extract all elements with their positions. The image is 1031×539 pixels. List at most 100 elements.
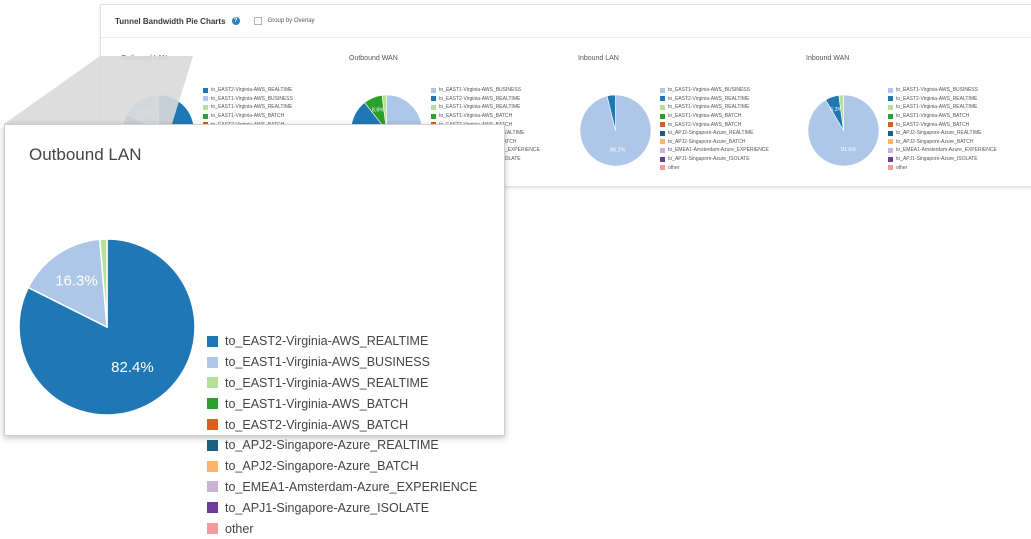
mini-pie-chart: 96.2%	[579, 94, 652, 167]
mini-pie-chart: 91.6%6.3%	[807, 94, 880, 167]
legend-label: to_EAST2-Virginia-AWS_BATCH	[896, 121, 970, 128]
pie-slice-label: 91.6%	[841, 147, 857, 153]
legend-label: to_EAST2-Virginia-AWS_BATCH	[225, 417, 409, 432]
legend-item[interactable]: to_EAST1-Virginia-AWS_BUSINESS	[888, 86, 997, 95]
legend-label: to_APJ2-Singapore-Azure_BATCH	[896, 138, 974, 145]
legend-item[interactable]: to_EMEA1-Amsterdam-Azure_EXPERIENCE	[207, 477, 477, 498]
panel-title: Outbound WAN	[349, 55, 398, 62]
legend-item[interactable]: to_APJ2-Singapore-Azure_BATCH	[660, 138, 769, 147]
legend-item[interactable]: to_EAST1-Virginia-AWS_REALTIME	[207, 373, 477, 394]
legend-swatch	[660, 122, 665, 128]
legend-label: to_APJ2-Singapore-Azure_REALTIME	[225, 438, 439, 453]
legend-item[interactable]: to_EMEA1-Amsterdam-Azure_EXPERIENCE	[888, 146, 997, 155]
legend-swatch	[660, 156, 665, 162]
panel-title: Inbound WAN	[806, 55, 850, 62]
legend-swatch	[888, 87, 893, 93]
legend-swatch	[431, 104, 436, 110]
legend-label: to_APJ2-Singapore-Azure_REALTIME	[896, 130, 982, 137]
legend-swatch	[660, 104, 665, 110]
legend-item[interactable]: to_EAST1-Virginia-AWS_BATCH	[207, 393, 477, 414]
legend-item[interactable]: to_APJ1-Singapore-Azure_ISOLATE	[207, 497, 477, 518]
legend-item[interactable]: to_EAST2-Virginia-AWS_REALTIME	[207, 331, 477, 352]
header-divider	[101, 37, 1031, 38]
legend-item[interactable]: to_EAST1-Virginia-AWS_BATCH	[431, 112, 540, 121]
legend-swatch	[431, 87, 436, 93]
legend-item[interactable]: to_EAST2-Virginia-AWS_REALTIME	[888, 95, 997, 104]
legend-label: other	[225, 521, 254, 536]
legend-swatch	[660, 147, 665, 153]
zoomed-pie-chart: 82.4% 16.3%	[18, 238, 196, 416]
legend-item[interactable]: to_APJ2-Singapore-Azure_REALTIME	[660, 129, 769, 138]
legend-label: to_EAST2-Virginia-AWS_BATCH	[668, 121, 742, 128]
legend-label: to_EAST1-Virginia-AWS_BUSINESS	[439, 87, 521, 94]
legend-swatch	[207, 502, 218, 514]
legend-swatch	[660, 165, 665, 171]
legend-item[interactable]: other	[888, 163, 997, 172]
legend-swatch	[207, 419, 218, 431]
legend-item[interactable]: to_EAST1-Virginia-AWS_BUSINESS	[660, 86, 769, 95]
legend-item[interactable]: to_APJ1-Singapore-Azure_ISOLATE	[660, 155, 769, 164]
legend-swatch	[207, 523, 218, 535]
legend-item[interactable]: to_EAST1-Virginia-AWS_BATCH	[660, 112, 769, 121]
legend-item[interactable]: to_EAST1-Virginia-AWS_BATCH	[888, 112, 997, 121]
legend-label: to_EAST1-Virginia-AWS_BUSINESS	[668, 87, 750, 94]
group-by-overlay-label: Group by Overlay	[267, 18, 315, 24]
zoomed-chart-card: Outbound LAN 82.4% 16.3% to_EAST2-Virgini…	[4, 124, 505, 536]
legend-swatch	[660, 139, 665, 145]
legend-label: to_EAST1-Virginia-AWS_BATCH	[439, 113, 513, 120]
legend-item[interactable]: other	[207, 518, 477, 539]
legend-item[interactable]: to_APJ2-Singapore-Azure_BATCH	[207, 456, 477, 477]
legend-label: to_APJ1-Singapore-Azure_ISOLATE	[896, 156, 978, 163]
legend-swatch	[888, 156, 893, 162]
legend-swatch	[207, 377, 218, 389]
legend-label: to_EAST2-Virginia-AWS_REALTIME	[668, 95, 750, 102]
legend-item[interactable]: to_EAST1-Virginia-AWS_BUSINESS	[207, 352, 477, 373]
legend-item[interactable]: to_EAST2-Virginia-AWS_BATCH	[660, 120, 769, 129]
pie-slice-label: 16.3%	[55, 273, 98, 290]
legend-item[interactable]: to_EAST2-Virginia-AWS_REALTIME	[660, 95, 769, 104]
legend-swatch	[431, 96, 436, 102]
legend-swatch	[888, 122, 893, 128]
legend-swatch	[888, 147, 893, 153]
legend-item[interactable]: to_APJ2-Singapore-Azure_REALTIME	[207, 435, 477, 456]
legend-label: other	[668, 164, 680, 171]
legend-item[interactable]: other	[660, 163, 769, 172]
zoomed-chart-title: Outbound LAN	[29, 145, 142, 164]
legend-item[interactable]: to_APJ1-Singapore-Azure_ISOLATE	[888, 155, 997, 164]
legend-label: to_EMEA1-Amsterdam-Azure_EXPERIENCE	[225, 479, 478, 494]
legend-item[interactable]: to_EAST1-Virginia-AWS_REALTIME	[660, 103, 769, 112]
legend-swatch	[207, 439, 218, 451]
legend-item[interactable]: to_EAST1-Virginia-AWS_REALTIME	[431, 103, 540, 112]
legend-item[interactable]: to_APJ2-Singapore-Azure_REALTIME	[888, 129, 997, 138]
group-by-overlay-checkbox[interactable]	[253, 17, 262, 25]
legend-label: to_EAST1-Virginia-AWS_REALTIME	[439, 104, 521, 111]
legend-label: to_APJ1-Singapore-Azure_ISOLATE	[225, 500, 430, 515]
mini-legend: to_EAST1-Virginia-AWS_BUSINESS to_EAST2-V…	[888, 86, 997, 172]
legend-label: to_EAST1-Virginia-AWS_REALTIME	[225, 375, 429, 390]
legend-label: to_APJ2-Singapore-Azure_BATCH	[225, 459, 419, 474]
legend-item[interactable]: to_EAST1-Virginia-AWS_REALTIME	[888, 103, 997, 112]
legend-swatch	[888, 104, 893, 110]
legend-swatch	[888, 130, 893, 136]
legend-item[interactable]: to_APJ2-Singapore-Azure_BATCH	[888, 138, 997, 147]
pie-slice-label: 82.4%	[111, 359, 154, 376]
legend-swatch	[207, 335, 218, 347]
chart-panel-inbound-wan: Inbound WAN 91.6% 6.3% to_EAST1-Virginia-…	[806, 55, 1031, 183]
legend-item[interactable]: to_EAST2-Virginia-AWS_BATCH	[888, 120, 997, 129]
legend-label: to_EAST1-Virginia-AWS_BUSINESS	[896, 87, 978, 94]
legend-label: to_EAST1-Virginia-AWS_BATCH	[225, 396, 409, 411]
pie-slice-label: 8.6%	[372, 108, 385, 114]
mini-legend: to_EAST1-Virginia-AWS_BUSINESS to_EAST2-V…	[660, 86, 769, 172]
legend-label: to_EAST1-Virginia-AWS_BATCH	[668, 113, 742, 120]
legend-item[interactable]: to_EAST1-Virginia-AWS_BUSINESS	[431, 86, 540, 95]
legend-item[interactable]: to_EMEA1-Amsterdam-Azure_EXPERIENCE	[660, 146, 769, 155]
chart-panel-inbound-lan: Inbound LAN 96.2% to_EAST1-Virginia-AWS_…	[578, 55, 803, 183]
legend-item[interactable]: to_EAST2-Virginia-AWS_BATCH	[207, 414, 477, 435]
legend-label: to_EMEA1-Amsterdam-Azure_EXPERIENCE	[668, 147, 769, 154]
legend-swatch	[660, 87, 665, 93]
legend-label: to_EAST2-Virginia-AWS_REALTIME	[225, 334, 429, 349]
legend-swatch	[207, 398, 218, 410]
legend-label: to_APJ2-Singapore-Azure_BATCH	[668, 138, 746, 145]
legend-item[interactable]: to_EAST2-Virginia-AWS_REALTIME	[431, 95, 540, 104]
legend-label: other	[896, 164, 908, 171]
